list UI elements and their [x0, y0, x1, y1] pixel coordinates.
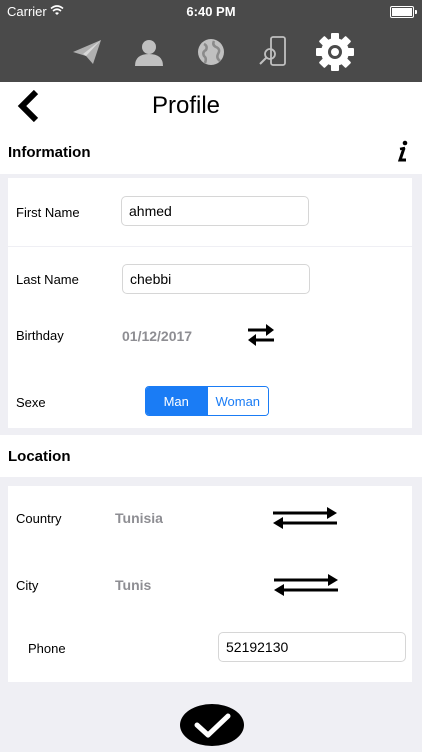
clock: 6:40 PM [186, 4, 236, 19]
segment-woman[interactable]: Woman [206, 387, 268, 415]
navigation-bar: Profile [0, 82, 422, 132]
city-picker-arrows-icon[interactable] [272, 572, 340, 603]
birthday-value: 01/12/2017 [122, 328, 193, 344]
phone-field[interactable]: 52192130 [218, 632, 406, 662]
battery-icon [390, 6, 417, 18]
information-section-header: Information [0, 132, 422, 174]
sexe-label: Sexe [16, 395, 46, 410]
phone-search-icon[interactable] [251, 30, 295, 74]
paper-plane-icon[interactable] [65, 30, 109, 74]
last-name-field[interactable]: chebbi [122, 264, 310, 294]
country-value: Tunisia [115, 510, 163, 526]
page-title: Profile [151, 92, 221, 119]
tab-bar [0, 22, 422, 82]
country-label: Country [16, 511, 62, 526]
last-name-label: Last Name [16, 272, 79, 287]
swap-arrows-icon[interactable] [246, 323, 276, 352]
confirm-button[interactable] [179, 703, 245, 747]
status-bar: Carrier 6:40 PM [0, 0, 422, 22]
city-label: City [16, 578, 39, 593]
birthday-label: Birthday [16, 328, 64, 343]
city-value: Tunis [115, 577, 152, 593]
info-icon[interactable] [397, 140, 409, 167]
first-name-field[interactable]: ahmed [121, 196, 309, 226]
information-header-label: Information [8, 144, 91, 161]
first-name-label: First Name [16, 205, 80, 220]
globe-icon[interactable] [189, 30, 233, 74]
sexe-segmented-control[interactable]: Man Woman [145, 386, 269, 416]
location-section-header: Location [0, 435, 422, 477]
settings-icon[interactable] [313, 30, 357, 74]
location-header-label: Location [8, 448, 71, 465]
phone-label: Phone [28, 641, 66, 656]
country-picker-arrows-icon[interactable] [271, 505, 339, 536]
segment-man[interactable]: Man [146, 387, 207, 415]
user-icon[interactable] [127, 30, 171, 74]
